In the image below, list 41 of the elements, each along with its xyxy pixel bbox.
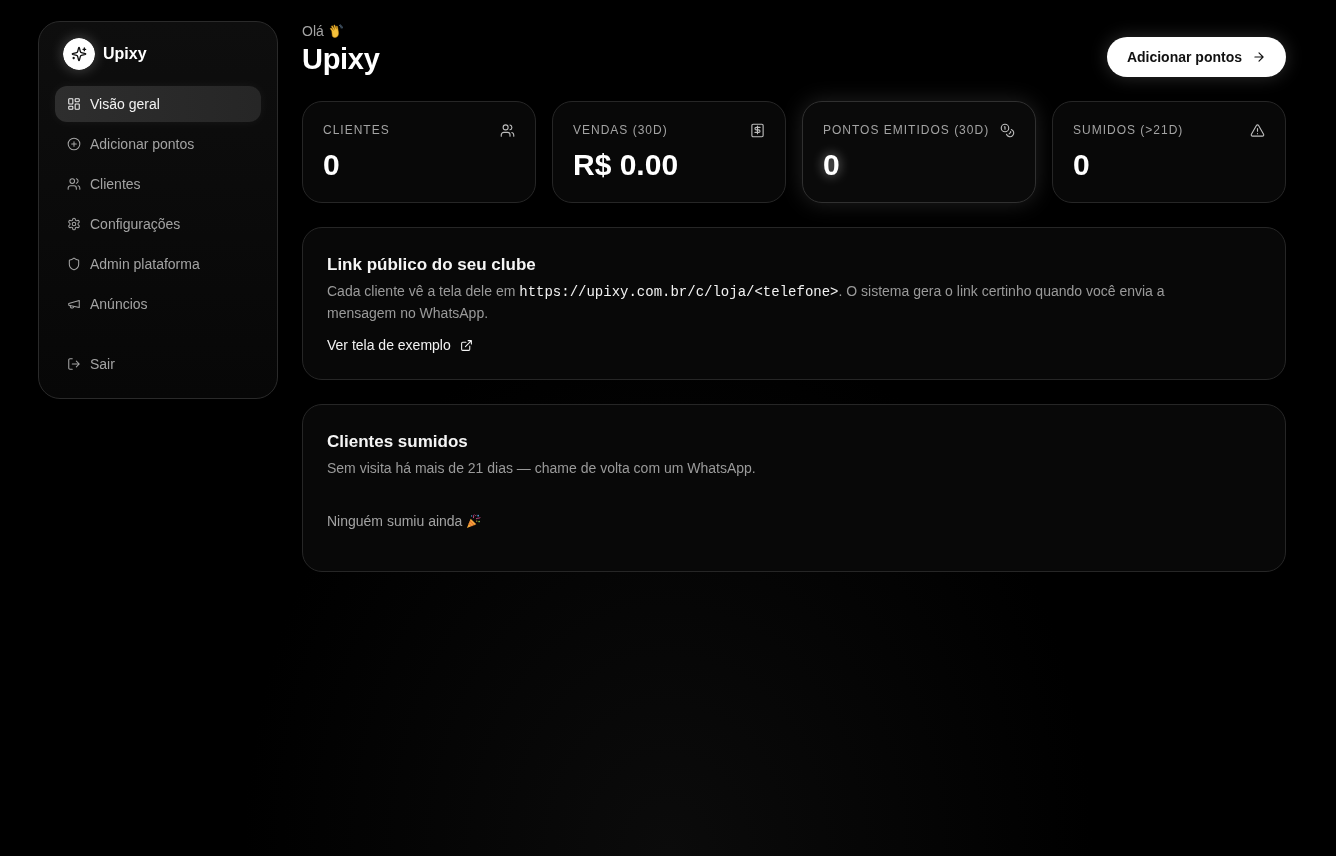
sparkles-logo-icon (63, 38, 95, 70)
gear-icon (67, 217, 81, 231)
stat-label: CLIENTES (323, 123, 390, 137)
stat-value: 0 (823, 150, 841, 180)
megaphone-icon (67, 297, 81, 311)
dollar-square-icon (750, 122, 765, 138)
page-title: Upixy (302, 42, 380, 77)
shield-icon (67, 257, 81, 271)
warning-triangle-icon (1250, 122, 1265, 138)
card-title: Clientes sumidos (327, 431, 469, 453)
brand-name: Upixy (103, 45, 147, 63)
users-icon (67, 177, 81, 191)
stat-value: 0 (1073, 150, 1091, 180)
dashboard-icon (67, 97, 81, 111)
card-description: Cada cliente vê a tela dele em https://upixy.com.br/c/loja/<telefone>. O sistema gera o link certinho quando você envia a mensagem no WhatsApp. (327, 282, 1166, 323)
stat-value: R$ 0.00 (573, 150, 680, 180)
waving-hand-icon (327, 23, 343, 39)
example-link[interactable]: Ver tela de exemplo (327, 335, 473, 355)
nav-item[interactable]: Adicionar pontos (55, 126, 261, 162)
stat-label: VENDAS (30D) (573, 123, 668, 137)
party-popper-icon (466, 513, 482, 529)
external-link-icon (459, 338, 473, 352)
users-icon (500, 122, 515, 138)
greeting: Olá (302, 23, 324, 39)
nav-item[interactable]: Anúncios (55, 286, 261, 322)
arrow-right-icon (1252, 50, 1266, 64)
stat-label: PONTOS EMITIDOS (30D) (823, 123, 990, 137)
logout-item[interactable]: Sair (55, 346, 261, 382)
card-description: Sem visita há mais de 21 dias — chame de volta com um WhatsApp. (327, 459, 757, 478)
nav-item[interactable]: Visão geral (55, 86, 261, 122)
coins-icon (1000, 122, 1015, 138)
plus-circle-icon (67, 137, 81, 151)
stat-value: 0 (323, 150, 341, 180)
card-title: Link público do seu clube (327, 254, 537, 276)
nav-item[interactable]: Admin plataforma (55, 246, 261, 282)
stat-label: SUMIDOS (>21D) (1073, 123, 1184, 137)
nav-item[interactable]: Clientes (55, 166, 261, 202)
add-points-button[interactable]: Adicionar pontos (1106, 37, 1286, 77)
empty-message: Ninguém sumiu ainda (327, 513, 463, 529)
logout-icon (67, 357, 81, 371)
nav-item[interactable]: Configurações (55, 206, 261, 242)
